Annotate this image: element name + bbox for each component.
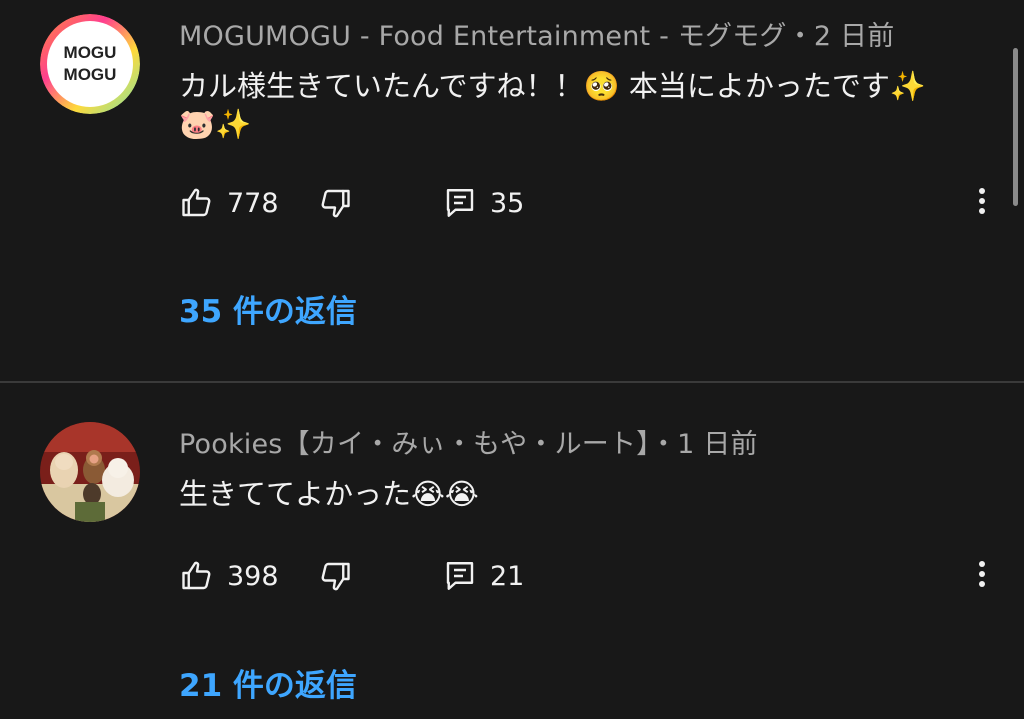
reply-count: 35 [490, 187, 525, 219]
more-vert-icon [978, 187, 986, 219]
reply-button[interactable]: 21 [442, 554, 524, 598]
like-button[interactable]: 398 [179, 554, 279, 598]
more-vert-icon [978, 560, 986, 592]
time-separator: ・ [786, 21, 814, 52]
author-name[interactable]: MOGUMOGU - Food Entertainment - モグモグ [179, 21, 787, 52]
time-separator: ・ [649, 429, 678, 460]
dislike-button[interactable] [317, 181, 353, 225]
comment-actions: 398 21 [179, 554, 999, 598]
comment-item: Pookies【カイ・みぃ・もや・ルート】・1 日前 生きててよかった😭😭 39… [0, 383, 1024, 719]
avatar[interactable] [40, 422, 140, 522]
avatar[interactable]: MOGU MOGU [40, 14, 140, 114]
view-replies-link[interactable]: 35 件の返信 [179, 286, 357, 331]
thumbs-down-icon [317, 185, 353, 221]
more-options-button[interactable] [962, 181, 1002, 225]
reply-count: 21 [490, 560, 525, 592]
author-name[interactable]: Pookies【カイ・みぃ・もや・ルート】 [179, 429, 650, 460]
comment-icon [442, 185, 478, 221]
more-options-button[interactable] [962, 554, 1002, 598]
thumbs-up-icon [179, 558, 215, 594]
scrollbar[interactable] [1013, 48, 1018, 206]
comment-icon [442, 558, 478, 594]
like-button[interactable]: 778 [179, 181, 279, 225]
comment-time: 2 日前 [813, 21, 895, 52]
like-count: 398 [227, 560, 279, 592]
reply-button[interactable]: 35 [442, 181, 524, 225]
avatar-logo-line1: MOGU [64, 43, 117, 62]
dislike-button[interactable] [317, 554, 353, 598]
thumbs-up-icon [179, 185, 215, 221]
like-count: 778 [227, 187, 279, 219]
comment-header: Pookies【カイ・みぃ・もや・ルート】・1 日前 [179, 422, 758, 461]
comment-text: カル様生きていたんですね！！🥺 本当によかったです✨ 🐷✨ [179, 69, 926, 141]
comment-time: 1 日前 [677, 429, 758, 460]
thumbs-down-icon [317, 558, 353, 594]
comment-header: MOGUMOGU - Food Entertainment - モグモグ・2 日… [179, 14, 894, 53]
comment-item: MOGU MOGU MOGUMOGU - Food Entertainment … [0, 0, 1024, 381]
comment-text: 生きててよかった😭😭 [179, 477, 479, 511]
view-replies-link[interactable]: 21 件の返信 [179, 660, 357, 705]
avatar-logo-line2: MOGU [64, 65, 117, 84]
comment-actions: 778 35 [179, 181, 999, 225]
